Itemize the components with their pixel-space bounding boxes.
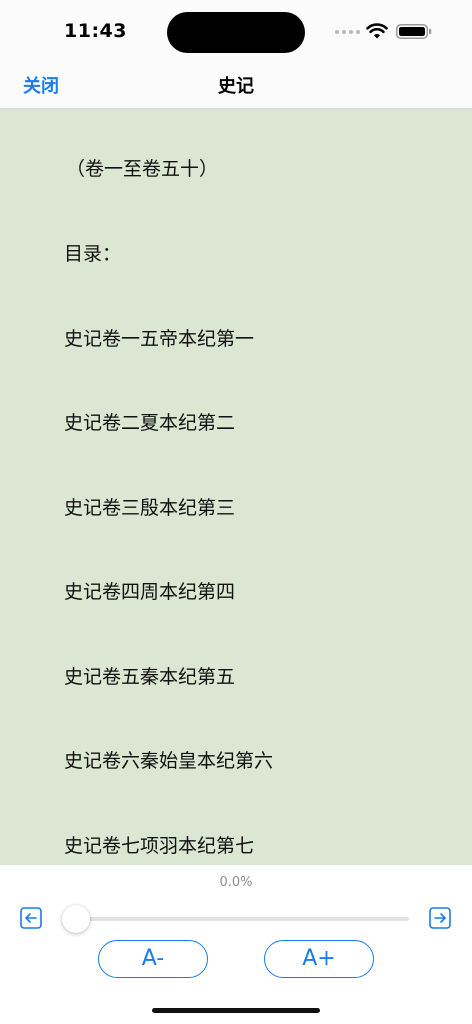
content-line: 史记卷五秦本纪第五 <box>64 666 236 688</box>
content-line: 史记卷一五帝本纪第一 <box>64 328 255 350</box>
status-bar: 11:43 <box>0 0 472 60</box>
wifi-icon <box>366 23 388 39</box>
increase-font-button[interactable]: A+ <box>264 940 374 978</box>
reader-controls: 0.0% A- A+ <box>0 865 472 1024</box>
cellular-signal-icon <box>335 30 360 34</box>
progress-slider[interactable] <box>62 905 409 933</box>
content-line: 史记卷三殷本纪第三 <box>64 497 236 519</box>
page-title: 史记 <box>218 76 254 97</box>
content-line: 史记卷二夏本纪第二 <box>64 412 236 434</box>
reader-screen: 11:43 关闭 史记 （卷一至卷五十） 目录： 史记卷一五帝本纪第一 史记卷二… <box>0 0 472 1024</box>
decrease-font-button[interactable]: A- <box>98 940 208 978</box>
content-line: 目录： <box>64 243 122 265</box>
content-line: （卷一至卷五十） <box>66 158 219 180</box>
content-line: 史记卷四周本纪第四 <box>64 581 236 603</box>
home-indicator <box>152 1008 320 1013</box>
dynamic-island <box>167 12 305 53</box>
navigation-bar: 关闭 史记 <box>0 60 472 109</box>
battery-icon <box>396 24 432 39</box>
content-line: 史记卷七项羽本纪第七 <box>64 835 255 857</box>
slider-thumb[interactable] <box>62 905 90 933</box>
reading-content[interactable]: （卷一至卷五十） 目录： 史记卷一五帝本纪第一 史记卷二夏本纪第二 史记卷三殷本… <box>0 109 472 865</box>
status-time: 11:43 <box>64 20 127 42</box>
previous-chapter-icon[interactable] <box>20 907 42 929</box>
next-chapter-icon[interactable] <box>429 907 451 929</box>
slider-track <box>76 917 409 921</box>
content-line: 史记卷六秦始皇本纪第六 <box>64 750 274 772</box>
progress-percentage: 0.0% <box>219 875 253 890</box>
